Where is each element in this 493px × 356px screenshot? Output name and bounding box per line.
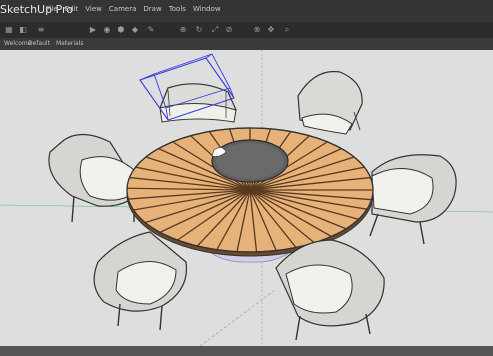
grid-icon[interactable]: ▦ bbox=[4, 25, 14, 35]
cube-icon[interactable]: ◧ bbox=[18, 25, 28, 35]
rotate-icon[interactable]: ↻ bbox=[194, 25, 204, 35]
pan-icon[interactable]: ✥ bbox=[266, 25, 276, 35]
toolbar: ▦ ◧ ≡ ▶ ◉ ⬢ ◆ ✎ ⊕ ↻ ⤢ ⊘ ⊗ ✥ ⌕ bbox=[0, 22, 493, 39]
menu-edit[interactable]: Edit bbox=[65, 5, 79, 13]
menu-view[interactable]: View bbox=[85, 5, 102, 13]
pencil-icon[interactable]: ✎ bbox=[146, 25, 156, 35]
scale-icon[interactable]: ⤢ bbox=[210, 25, 220, 35]
orbit-icon[interactable]: ⊗ bbox=[252, 25, 262, 35]
model-viewport[interactable] bbox=[0, 50, 493, 347]
scene-tabs: Welcome Default Materials bbox=[0, 38, 493, 50]
menu-draw[interactable]: Draw bbox=[143, 5, 161, 13]
list-icon[interactable]: ≡ bbox=[34, 25, 48, 35]
title-bar: SketchUp Pro File Edit View Camera Draw … bbox=[0, 0, 493, 22]
menu-camera[interactable]: Camera bbox=[109, 5, 136, 13]
eraser-icon[interactable]: ◆ bbox=[130, 25, 140, 35]
chair-left[interactable] bbox=[48, 133, 141, 223]
chair-front-left[interactable] bbox=[93, 231, 188, 331]
move-icon[interactable]: ⊕ bbox=[178, 25, 188, 35]
tape-icon[interactable]: ⊘ bbox=[224, 25, 234, 35]
menu-bar: File Edit View Camera Draw Tools Window bbox=[46, 5, 221, 13]
play-icon[interactable]: ▶ bbox=[88, 25, 98, 35]
menu-file[interactable]: File bbox=[46, 5, 58, 13]
zoom-icon[interactable]: ⌕ bbox=[282, 25, 292, 35]
tab-default[interactable]: Default bbox=[28, 39, 50, 49]
model-canvas bbox=[0, 50, 493, 347]
tab-materials[interactable]: Materials bbox=[56, 39, 84, 49]
menu-tools[interactable]: Tools bbox=[169, 5, 186, 13]
chair-back-right[interactable] bbox=[297, 70, 363, 135]
paint-icon[interactable]: ⬢ bbox=[116, 25, 126, 35]
select-icon[interactable]: ◉ bbox=[102, 25, 112, 35]
chair-right[interactable] bbox=[369, 154, 457, 245]
chair-front-right[interactable] bbox=[275, 239, 385, 341]
red-axis bbox=[199, 289, 276, 347]
status-bar bbox=[0, 346, 493, 356]
menu-window[interactable]: Window bbox=[193, 5, 221, 13]
